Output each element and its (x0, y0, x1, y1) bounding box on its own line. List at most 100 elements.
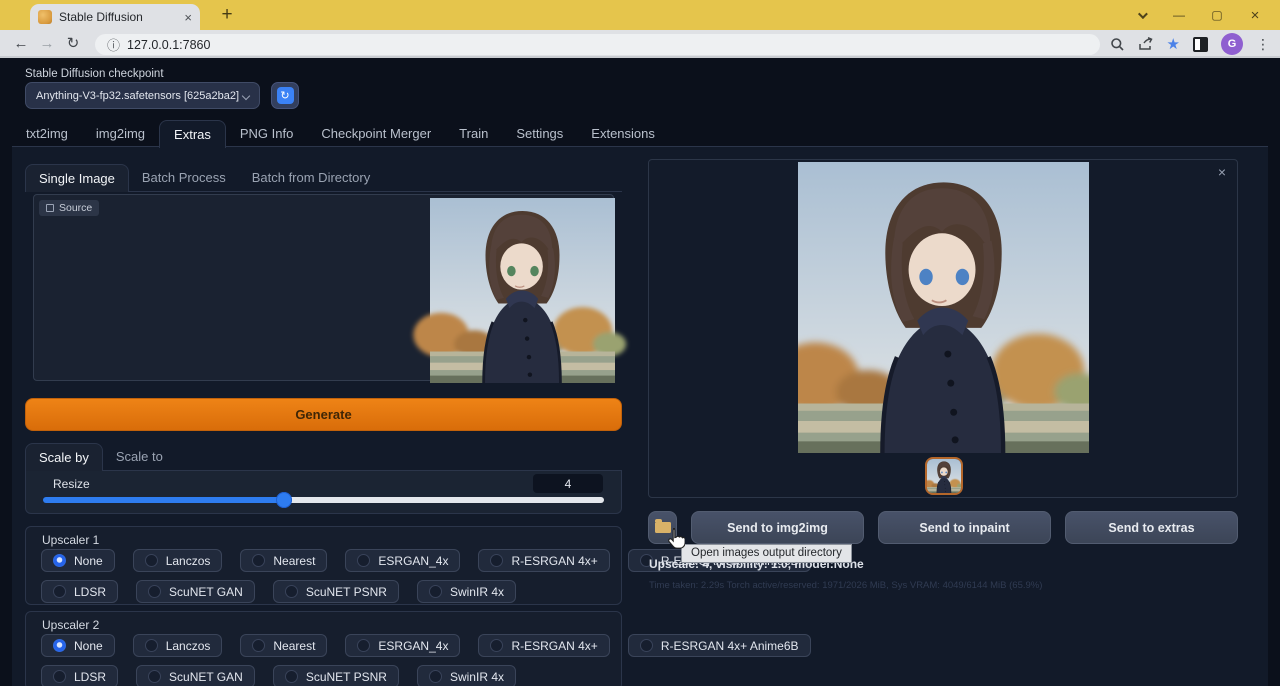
radio-icon (490, 639, 503, 652)
chevron-down-icon (242, 91, 250, 99)
share-icon[interactable] (1138, 37, 1154, 51)
tab-settings[interactable]: Settings (502, 120, 577, 147)
folder-tooltip: Open images output directory (681, 544, 852, 563)
upscaler2-option-scunet-psnr[interactable]: ScuNET PSNR (273, 665, 399, 686)
send-to-inpaint-button[interactable]: Send to inpaint (878, 511, 1051, 544)
radio-icon (285, 670, 298, 683)
forward-button[interactable]: → (34, 35, 60, 52)
resize-value-input[interactable]: 4 (533, 474, 603, 493)
image-icon (46, 204, 54, 212)
zoom-icon[interactable] (1110, 37, 1125, 52)
resize-slider-thumb[interactable] (276, 492, 292, 508)
option-label: LDSR (74, 585, 106, 599)
radio-icon (252, 554, 265, 567)
tab-scale-by[interactable]: Scale by (25, 443, 103, 471)
sidebar-icon[interactable] (1193, 37, 1208, 52)
hand-cursor-icon (667, 527, 685, 550)
radio-icon (490, 554, 503, 567)
site-info-icon[interactable]: ⓘ (107, 35, 120, 54)
tab-png-info[interactable]: PNG Info (226, 120, 307, 147)
result-thumbnail[interactable] (925, 457, 963, 495)
tab-batch-from-directory[interactable]: Batch from Directory (239, 164, 383, 191)
tab-train[interactable]: Train (445, 120, 502, 147)
tab-scale-to[interactable]: Scale to (103, 443, 176, 470)
radio-icon (429, 585, 442, 598)
result-image[interactable] (798, 162, 1089, 453)
source-chip-label: Source (59, 202, 92, 214)
upscaler2-option-swinir4x[interactable]: SwinIR 4x (417, 665, 516, 686)
extras-panel: Single Image Batch Process Batch from Di… (12, 146, 1268, 686)
tab-search-icon[interactable] (1122, 8, 1160, 22)
option-label: Lanczos (166, 639, 211, 653)
radio-icon (357, 554, 370, 567)
send-to-extras-button[interactable]: Send to extras (1065, 511, 1238, 544)
upscaler2-option-none[interactable]: None (41, 634, 115, 657)
tab-batch-process[interactable]: Batch Process (129, 164, 239, 191)
option-label: R-ESRGAN 4x+ (511, 554, 597, 568)
option-label: ScuNET PSNR (306, 585, 387, 599)
upscaler1-option-none[interactable]: None (41, 549, 115, 572)
upscaler2-option-lanczos[interactable]: Lanczos (133, 634, 223, 657)
resize-slider[interactable] (43, 497, 604, 503)
upscaler1-option-scunet-psnr[interactable]: ScuNET PSNR (273, 580, 399, 603)
option-label: None (74, 639, 103, 653)
tab-extras[interactable]: Extras (159, 120, 226, 148)
browser-titlebar: Stable Diffusion × + — ▢ × (0, 0, 1280, 30)
option-label: SwinIR 4x (450, 585, 504, 599)
upscaler2-option-esrgan4x[interactable]: ESRGAN_4x (345, 634, 460, 657)
upscaler2-panel: Upscaler 2 None Lanczos Nearest ESRGAN_4… (25, 611, 622, 686)
option-label: ScuNET PSNR (306, 670, 387, 684)
upscaler2-option-scunet-gan[interactable]: ScuNET GAN (136, 665, 255, 686)
reload-button[interactable]: ↻ (60, 34, 86, 52)
upscaler1-option-ldsr[interactable]: LDSR (41, 580, 118, 603)
tab-txt2img[interactable]: txt2img (12, 120, 82, 147)
upscaler1-label: Upscaler 1 (42, 533, 99, 547)
tab-close-icon[interactable]: × (184, 10, 192, 25)
gallery-close-icon[interactable]: × (1218, 164, 1226, 180)
maximize-button[interactable]: ▢ (1198, 8, 1236, 22)
option-label: SwinIR 4x (450, 670, 504, 684)
performance-footer-text: Time taken: 2.29s Torch active/reserved:… (649, 580, 1042, 591)
option-label: ESRGAN_4x (378, 639, 448, 653)
option-label: Nearest (273, 554, 315, 568)
upscaler1-option-swinir4x[interactable]: SwinIR 4x (417, 580, 516, 603)
minimize-button[interactable]: — (1160, 8, 1198, 22)
upscaler2-option-ldsr[interactable]: LDSR (41, 665, 118, 686)
tab-img2img[interactable]: img2img (82, 120, 159, 147)
checkpoint-value: Anything-V3-fp32.safetensors [625a2ba2] (36, 90, 239, 102)
back-button[interactable]: ← (8, 35, 34, 52)
generate-button[interactable]: Generate (25, 398, 622, 431)
url-text[interactable]: 127.0.0.1:7860 (127, 38, 210, 52)
radio-icon (145, 639, 158, 652)
refresh-checkpoint-button[interactable]: ↻ (271, 82, 299, 109)
upscaler2-option-nearest[interactable]: Nearest (240, 634, 327, 657)
upscaler1-panel: Upscaler 1 None Lanczos Nearest ESRGAN_4… (25, 526, 622, 605)
address-bar[interactable]: ⓘ 127.0.0.1:7860 (95, 34, 1100, 55)
upscaler1-option-resrgan4x[interactable]: R-ESRGAN 4x+ (478, 549, 609, 572)
tab-single-image[interactable]: Single Image (25, 164, 129, 192)
radio-icon (285, 585, 298, 598)
browser-menu-icon[interactable]: ⋮ (1256, 36, 1270, 53)
browser-tab[interactable]: Stable Diffusion × (30, 4, 200, 30)
source-image-dropzone[interactable]: Source × (33, 194, 614, 381)
window-close-button[interactable]: × (1236, 7, 1274, 24)
send-to-img2img-button[interactable]: Send to img2img (691, 511, 864, 544)
new-tab-button[interactable]: + (214, 2, 240, 28)
option-label: Lanczos (166, 554, 211, 568)
upscaler1-option-lanczos[interactable]: Lanczos (133, 549, 223, 572)
checkpoint-dropdown[interactable]: Anything-V3-fp32.safetensors [625a2ba2] (25, 82, 260, 109)
radio-icon (148, 670, 161, 683)
upscaler2-option-resrgan4x[interactable]: R-ESRGAN 4x+ (478, 634, 609, 657)
option-label: LDSR (74, 670, 106, 684)
browser-toolbar: ← → ↻ ⓘ 127.0.0.1:7860 ★ G ⋮ (0, 30, 1280, 58)
bookmark-star-icon[interactable]: ★ (1167, 35, 1180, 53)
upscaler1-option-esrgan4x[interactable]: ESRGAN_4x (345, 549, 460, 572)
resize-panel: Resize 4 (25, 471, 622, 514)
upscaler1-option-scunet-gan[interactable]: ScuNET GAN (136, 580, 255, 603)
scale-tab-bar: Scale by Scale to (25, 444, 622, 471)
thumbnail-image (927, 459, 961, 493)
upscaler1-option-nearest[interactable]: Nearest (240, 549, 327, 572)
tab-checkpoint-merger[interactable]: Checkpoint Merger (307, 120, 445, 147)
tab-extensions[interactable]: Extensions (577, 120, 669, 147)
profile-avatar[interactable]: G (1221, 33, 1243, 55)
